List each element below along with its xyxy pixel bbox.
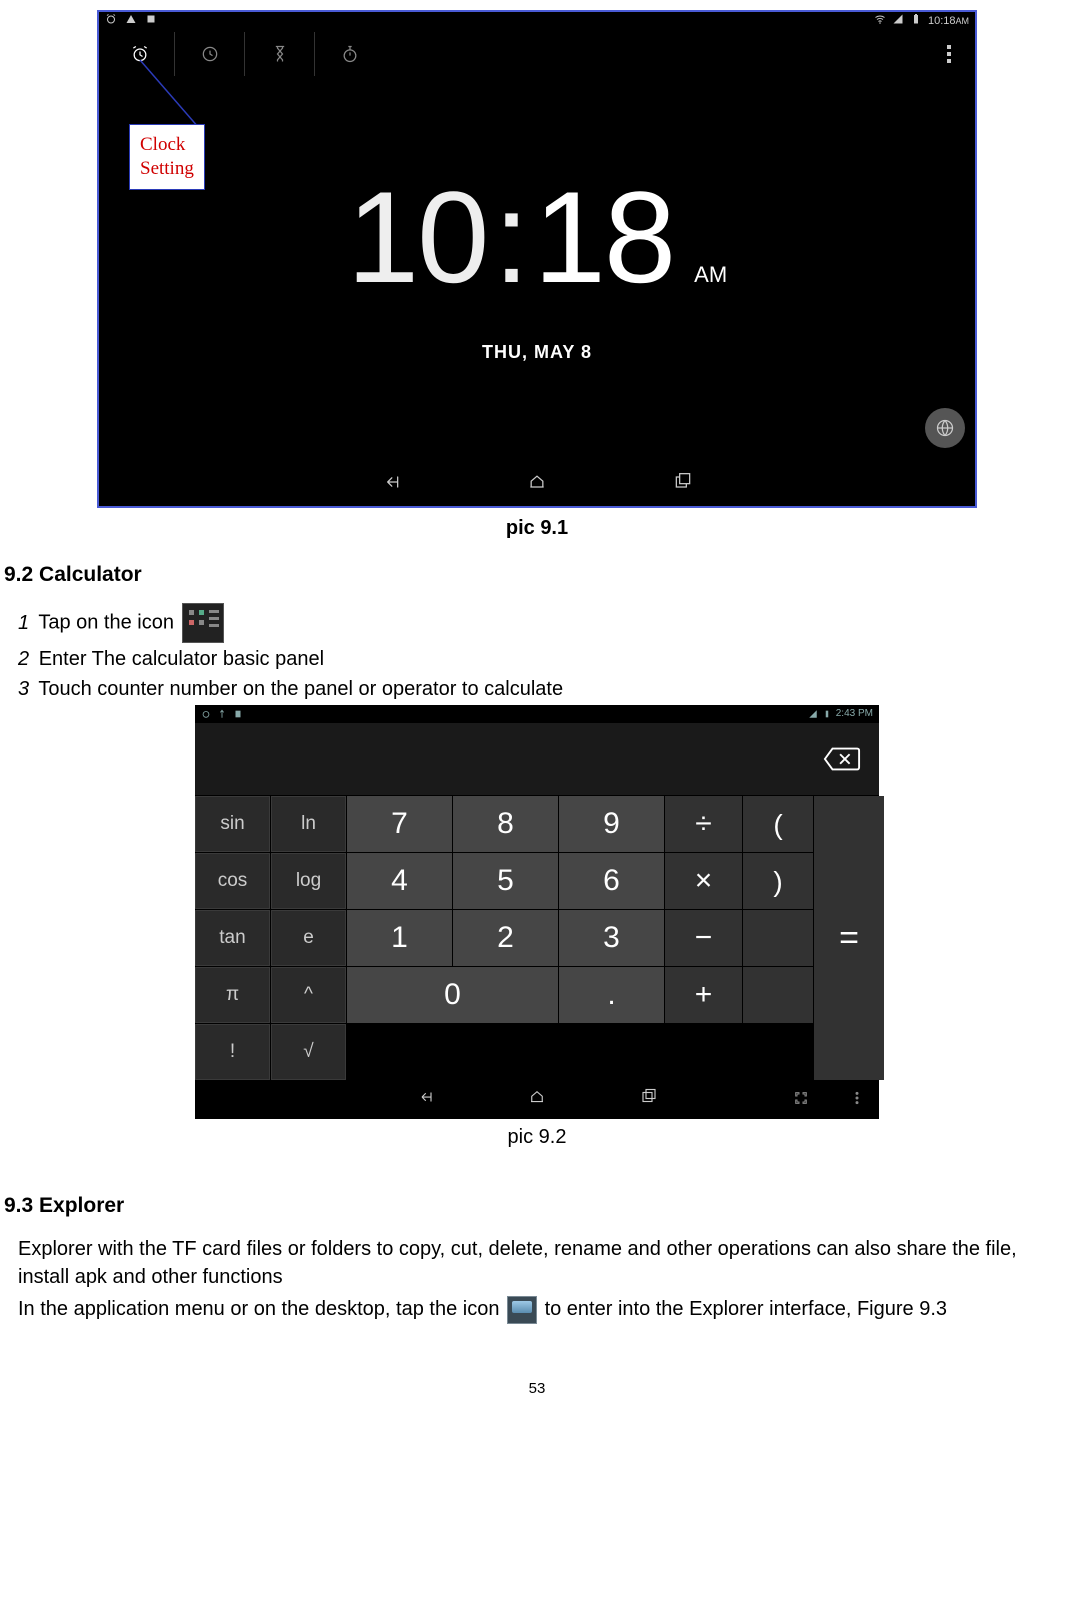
signal-icon: [808, 709, 818, 719]
explorer-p2: In the application menu or on the deskto…: [18, 1295, 1056, 1324]
explorer-text: Explorer with the TF card files or folde…: [18, 1235, 1056, 1324]
section-9-3-head: 9.3 Explorer: [4, 1191, 1074, 1220]
battery-icon: [910, 13, 922, 30]
key-blank-1: [743, 910, 813, 966]
step-1: 1 Tap on the icon: [18, 603, 1074, 643]
key-lparen[interactable]: (: [743, 796, 813, 852]
key-log[interactable]: log: [271, 853, 346, 909]
sd-status-icon: [233, 709, 243, 719]
key-blank-2: [743, 967, 813, 1023]
clock-ampm: AM: [694, 260, 727, 291]
calc-status-time: 2:43 PM: [836, 707, 873, 721]
key-8[interactable]: 8: [453, 796, 558, 852]
tab-stopwatch[interactable]: [315, 32, 385, 76]
caption-9-2: pic 9.2: [0, 1123, 1074, 1151]
status-bar: 10:18AM: [99, 12, 975, 32]
status-clock-text: 10:18AM: [928, 14, 969, 29]
key-9[interactable]: 9: [559, 796, 664, 852]
signal-icon: [892, 13, 904, 30]
callout-box: Clock Setting: [129, 124, 205, 190]
caption-9-1: pic 9.1: [0, 514, 1074, 542]
delete-button[interactable]: [821, 745, 863, 773]
key-pow[interactable]: ^: [271, 967, 346, 1023]
page-number: 53: [0, 1378, 1074, 1399]
key-tan[interactable]: tan: [195, 910, 270, 966]
alarm-status-icon: [105, 13, 117, 30]
key-dot[interactable]: .: [559, 967, 664, 1023]
tab-timer[interactable]: [245, 32, 315, 76]
key-pi[interactable]: π: [195, 967, 270, 1023]
nav-home[interactable]: [524, 472, 550, 500]
battery-icon: [822, 709, 832, 719]
key-4[interactable]: 4: [347, 853, 452, 909]
clock-date: THU, MAY 8: [99, 340, 975, 365]
nav-recent[interactable]: [670, 472, 696, 500]
step-3: 3 Touch counter number on the panel or o…: [18, 675, 1074, 703]
square-status-icon: [145, 13, 157, 30]
calc-nav-bar: [195, 1081, 879, 1119]
clock-screenshot: 10:18AM Clock Setting 10 : 18 AM: [97, 10, 977, 508]
calc-status-bar: 2:43 PM: [195, 705, 879, 723]
calc-keypad: sin ln 7 8 9 ÷ ( = cos log 4 5 6 × ) tan…: [195, 795, 879, 1080]
usb-status-icon: [217, 709, 227, 719]
calc-display: [195, 723, 879, 795]
key-sin[interactable]: sin: [195, 796, 270, 852]
key-fact[interactable]: !: [195, 1024, 270, 1080]
triangle-status-icon: [125, 13, 137, 30]
calc-steps: 1 Tap on the icon 2 Enter The calculator…: [18, 603, 1074, 703]
key-sqrt[interactable]: √: [271, 1024, 346, 1080]
key-6[interactable]: 6: [559, 853, 664, 909]
key-3[interactable]: 3: [559, 910, 664, 966]
clock-hour: 10: [347, 146, 488, 328]
section-9-2-head: 9.2 Calculator: [4, 560, 1074, 589]
explorer-p1: Explorer with the TF card files or folde…: [18, 1235, 1056, 1291]
key-add[interactable]: +: [665, 967, 742, 1023]
key-cos[interactable]: cos: [195, 853, 270, 909]
key-7[interactable]: 7: [347, 796, 452, 852]
key-subtract[interactable]: −: [665, 910, 742, 966]
callout-line1: Clock: [140, 133, 194, 157]
key-equals[interactable]: =: [814, 796, 884, 1080]
calc-nav-placeholder: [347, 1024, 813, 1080]
key-multiply[interactable]: ×: [665, 853, 742, 909]
nav-back[interactable]: [414, 1086, 436, 1114]
nav-recent[interactable]: [638, 1086, 660, 1114]
key-ln[interactable]: ln: [271, 796, 346, 852]
callout-line2: Setting: [140, 157, 194, 181]
key-0[interactable]: 0: [347, 967, 558, 1023]
calculator-app-icon: [182, 603, 224, 643]
key-2[interactable]: 2: [453, 910, 558, 966]
nav-home[interactable]: [526, 1086, 548, 1114]
clock-tabs: [99, 32, 975, 76]
nav-menu-icon[interactable]: [849, 1086, 865, 1114]
globe-icon: [935, 418, 955, 438]
key-5[interactable]: 5: [453, 853, 558, 909]
clock-time: 10 : 18 AM: [347, 146, 727, 328]
alarm-status-icon: [201, 709, 211, 719]
wifi-icon: [874, 13, 886, 30]
nav-screenshot-icon[interactable]: [793, 1086, 809, 1114]
tab-clock[interactable]: [175, 32, 245, 76]
nav-bar: [99, 466, 975, 506]
key-1[interactable]: 1: [347, 910, 452, 966]
calculator-screenshot: 2:43 PM sin ln 7 8 9 ÷ ( = cos log 4 5 6…: [195, 705, 879, 1119]
nav-back[interactable]: [378, 472, 404, 500]
tab-alarm[interactable]: [105, 32, 175, 76]
key-rparen[interactable]: ): [743, 853, 813, 909]
explorer-app-icon: [507, 1296, 537, 1324]
key-e[interactable]: e: [271, 910, 346, 966]
key-divide[interactable]: ÷: [665, 796, 742, 852]
step-2: 2 Enter The calculator basic panel: [18, 645, 1074, 673]
world-clock-button[interactable]: [925, 408, 965, 448]
clock-min: 18: [534, 146, 675, 328]
clock-body: 10 : 18 AM THU, MAY 8: [99, 146, 975, 365]
overflow-menu-icon[interactable]: [937, 32, 961, 76]
